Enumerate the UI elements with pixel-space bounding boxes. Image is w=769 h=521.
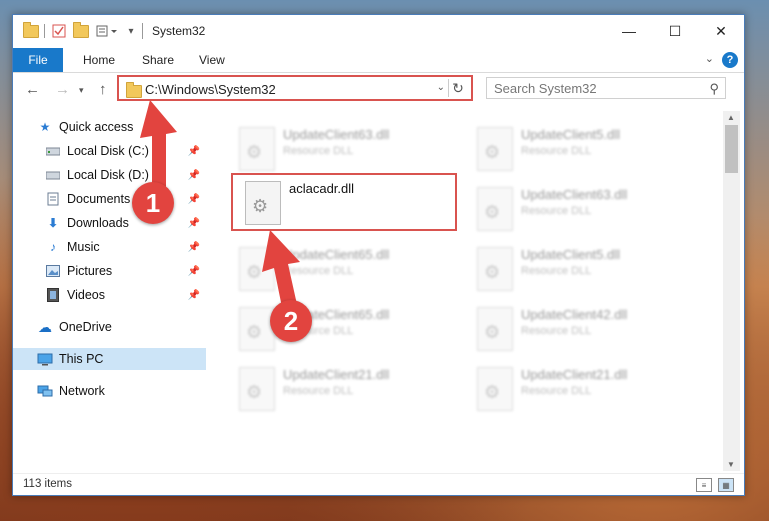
step-1-badge: 1 bbox=[132, 182, 174, 224]
annotation-arrows bbox=[140, 100, 300, 322]
step-2-badge: 2 bbox=[270, 300, 312, 342]
